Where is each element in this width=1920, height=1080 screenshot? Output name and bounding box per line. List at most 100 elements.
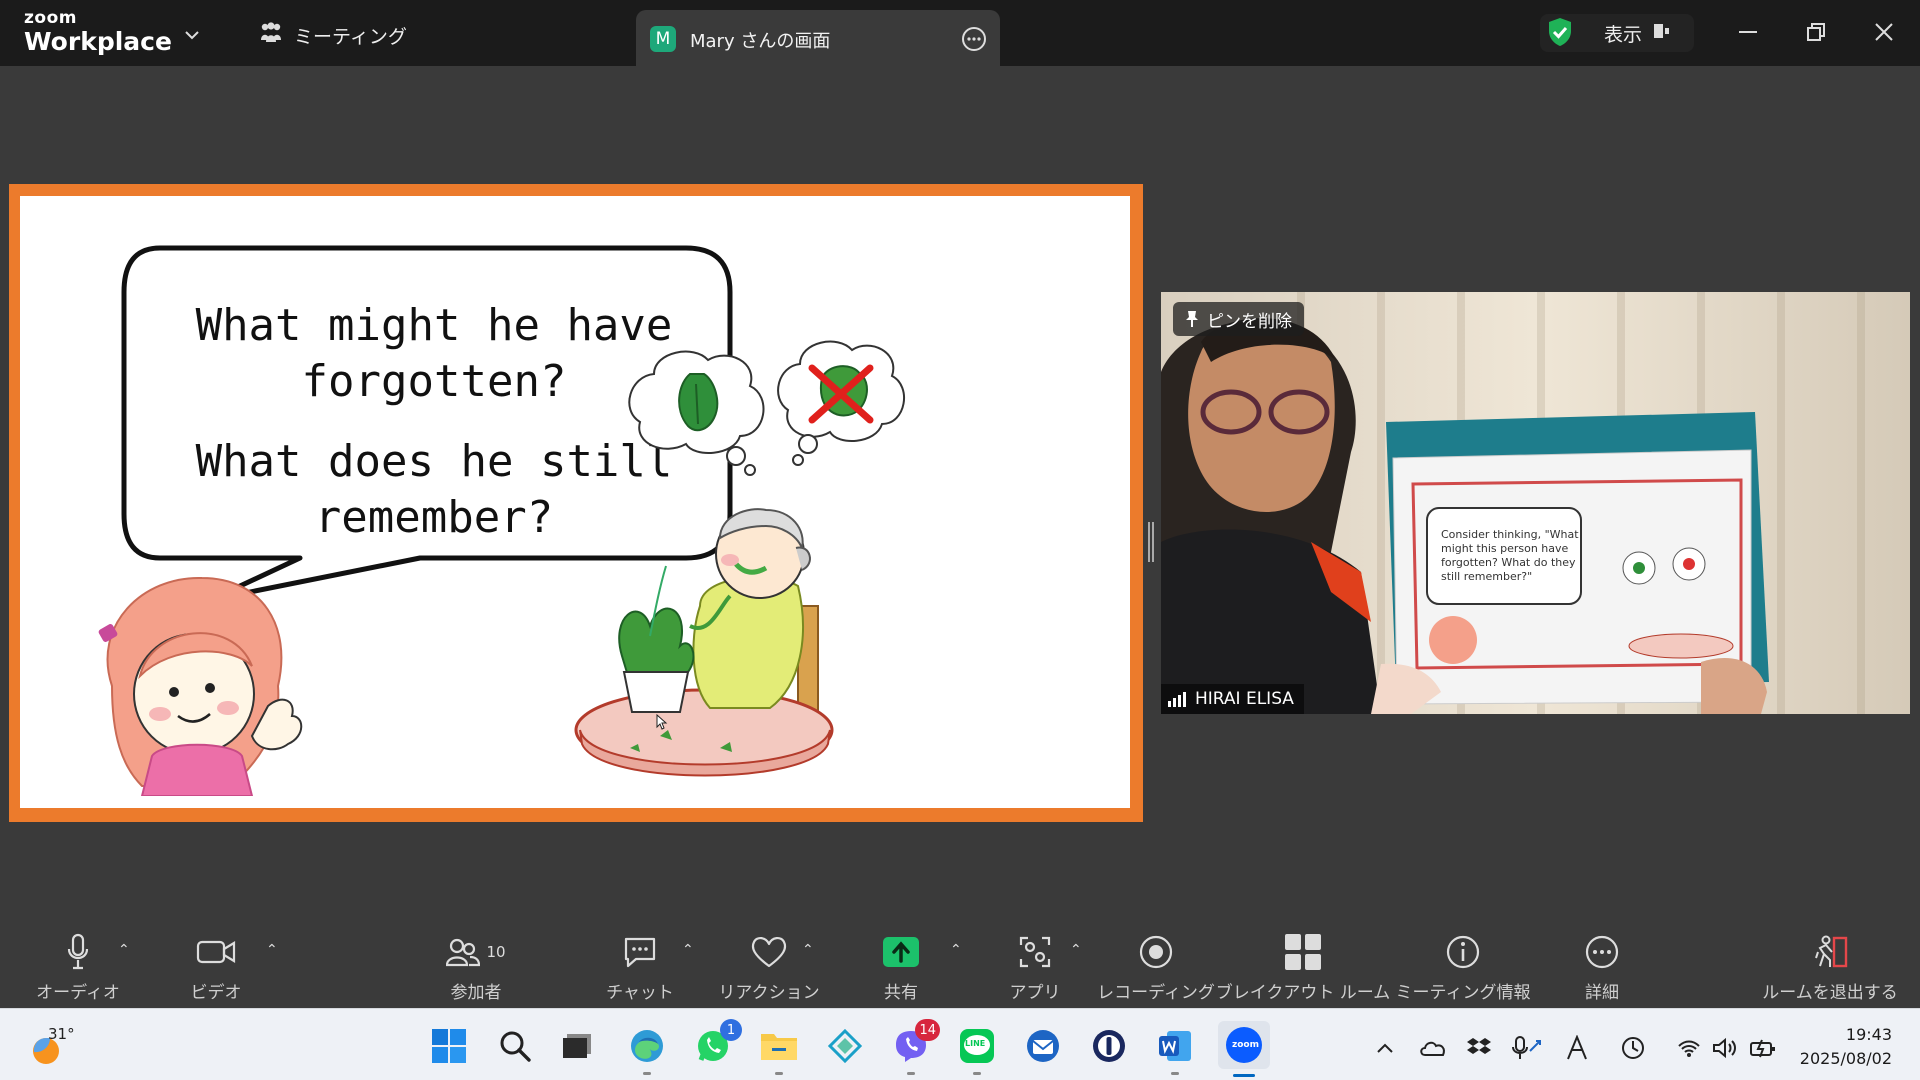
clock-focus-icon [1622, 1037, 1644, 1059]
thought-bubble-remembered [628, 350, 765, 476]
meeting-info-button[interactable]: ミーティング情報 [1396, 932, 1531, 1003]
task-view-button[interactable] [556, 1025, 598, 1067]
screen-share-tab[interactable]: M Mary さんの画面 [636, 10, 1000, 68]
meeting-menu[interactable]: ミーティング [258, 22, 407, 49]
tray-wifi[interactable] [1672, 1031, 1706, 1065]
system-clock[interactable]: 19:43 2025/08/02 [1800, 1023, 1892, 1071]
tray-ime[interactable] [1560, 1031, 1594, 1065]
taskbar-app-diamond[interactable] [824, 1025, 866, 1067]
share-label: 共有 [884, 983, 918, 1003]
taskbar-whatsapp[interactable]: 1 [692, 1019, 742, 1067]
taskbar-1password[interactable] [1088, 1025, 1130, 1067]
participant-video[interactable]: Consider thinking, "What might this pers… [1161, 292, 1910, 714]
weather-temperature: 31° [48, 1025, 75, 1043]
presenter-avatar: M [650, 26, 676, 52]
taskbar-file-explorer[interactable] [758, 1025, 800, 1075]
unpin-label: ピンを削除 [1207, 311, 1292, 332]
participants-icon [446, 938, 481, 967]
breakout-rooms-label: ブレイクアウト ルーム [1215, 983, 1391, 1003]
tray-focus[interactable] [1616, 1031, 1650, 1065]
security-shield-icon[interactable] [1546, 16, 1574, 52]
restore-button[interactable] [1796, 14, 1836, 50]
whatsapp-notification-badge: 1 [720, 1019, 742, 1041]
pin-icon [1186, 311, 1198, 327]
old-man-illustration [574, 508, 834, 777]
leave-room-label: ルームを退出する [1762, 983, 1898, 1003]
audio-options-caret-icon[interactable]: ⌃ [118, 942, 130, 958]
search-icon [500, 1031, 531, 1062]
chevron-down-icon[interactable] [184, 26, 200, 45]
share-options-caret-icon[interactable]: ⌃ [950, 942, 962, 958]
participant-name: HIRAI ELISA [1195, 689, 1294, 709]
view-button[interactable]: 表示 [1604, 20, 1642, 47]
edge-browser-icon [631, 1030, 663, 1062]
zoom-workplace-logo[interactable]: zoom Workplace [24, 10, 172, 55]
view-layout-icon[interactable] [1652, 22, 1672, 44]
taskbar-line[interactable]: LINE [956, 1025, 998, 1075]
tray-dropbox[interactable] [1462, 1031, 1496, 1065]
windows-taskbar: 31° 1 14 LINE zoom 19:43 2025/08/02 [0, 1008, 1920, 1080]
participants-count: 10 [486, 943, 506, 961]
video-label: ビデオ [190, 983, 242, 1003]
apps-options-caret-icon[interactable]: ⌃ [1070, 942, 1082, 958]
cloud-icon [1420, 1041, 1445, 1056]
video-button[interactable]: ビデオ [186, 932, 246, 1003]
running-indicator [973, 1072, 981, 1075]
leave-room-button[interactable]: ルームを退出する [1762, 932, 1898, 1003]
minimize-button[interactable] [1728, 14, 1768, 50]
recording-button[interactable]: レコーディング [1097, 932, 1215, 1003]
thunderbird-icon [1027, 1030, 1059, 1062]
meeting-info-label: ミーティング情報 [1395, 983, 1531, 1003]
meeting-label: ミーティング [294, 26, 407, 48]
windows-logo-icon [432, 1029, 466, 1063]
signal-strength-icon [1168, 692, 1186, 707]
taskbar-thunderbird[interactable] [1022, 1025, 1064, 1067]
more-label: 詳細 [1585, 983, 1619, 1003]
share-button[interactable]: 共有 [876, 932, 926, 1003]
audio-button[interactable]: オーディオ [36, 932, 120, 1003]
title-bar: zoom Workplace ミーティング M Mary さんの画面 表示 [0, 0, 1920, 68]
video-options-caret-icon[interactable]: ⌃ [266, 942, 278, 958]
clock-date: 2025/08/02 [1799, 1049, 1892, 1068]
close-icon [1875, 23, 1893, 41]
meeting-toolbar: オーディオ ⌃ ビデオ ⌃ 10 参加者 チャット ⌃ リアクション ⌃ 共有 … [0, 920, 1920, 1008]
breakout-rooms-button[interactable]: ブレイクアウト ルーム [1216, 932, 1390, 1003]
leave-room-icon [1815, 935, 1848, 968]
task-view-icon [563, 1034, 591, 1058]
chat-bubble-icon [624, 937, 656, 968]
apps-button[interactable]: アプリ [1010, 932, 1061, 1003]
reactions-button[interactable]: リアクション [718, 932, 820, 1003]
tray-volume[interactable] [1708, 1031, 1742, 1065]
running-indicator [775, 1072, 783, 1075]
taskbar-edge[interactable] [626, 1025, 668, 1075]
more-button[interactable]: 詳細 [1580, 932, 1624, 1003]
unpin-button[interactable]: ピンを削除 [1173, 302, 1304, 336]
ime-letter-a-icon [1567, 1035, 1587, 1060]
show-hidden-icons[interactable] [1368, 1031, 1402, 1065]
tray-battery[interactable] [1746, 1031, 1780, 1065]
tray-onedrive[interactable] [1416, 1031, 1450, 1065]
participants-button[interactable]: 10 参加者 [444, 932, 508, 1003]
reactions-options-caret-icon[interactable]: ⌃ [802, 942, 814, 958]
dropbox-icon [1467, 1038, 1491, 1054]
record-icon [1139, 935, 1173, 969]
weather-widget[interactable]: 31° [28, 1025, 88, 1069]
tray-voice[interactable] [1510, 1031, 1544, 1065]
chat-options-caret-icon[interactable]: ⌃ [682, 942, 694, 958]
folder-icon [761, 1034, 797, 1060]
chat-button[interactable]: チャット [606, 932, 674, 1003]
taskbar-word[interactable] [1154, 1025, 1196, 1075]
thought-bubble-forgotten [777, 340, 906, 466]
start-button[interactable] [428, 1025, 470, 1067]
more-options-icon[interactable] [960, 25, 988, 57]
voice-input-icon [1512, 1036, 1541, 1059]
taskbar-search[interactable] [494, 1025, 536, 1067]
taskbar-zoom[interactable]: zoom [1218, 1021, 1270, 1077]
close-button[interactable] [1864, 14, 1904, 50]
reactions-label: リアクション [718, 983, 820, 1003]
running-indicator [643, 1072, 651, 1075]
panel-resize-handle[interactable] [1148, 522, 1154, 562]
line-app-label: LINE [965, 1039, 986, 1048]
tab-label: Mary さんの画面 [690, 31, 831, 52]
taskbar-viber[interactable]: 14 [890, 1019, 940, 1075]
